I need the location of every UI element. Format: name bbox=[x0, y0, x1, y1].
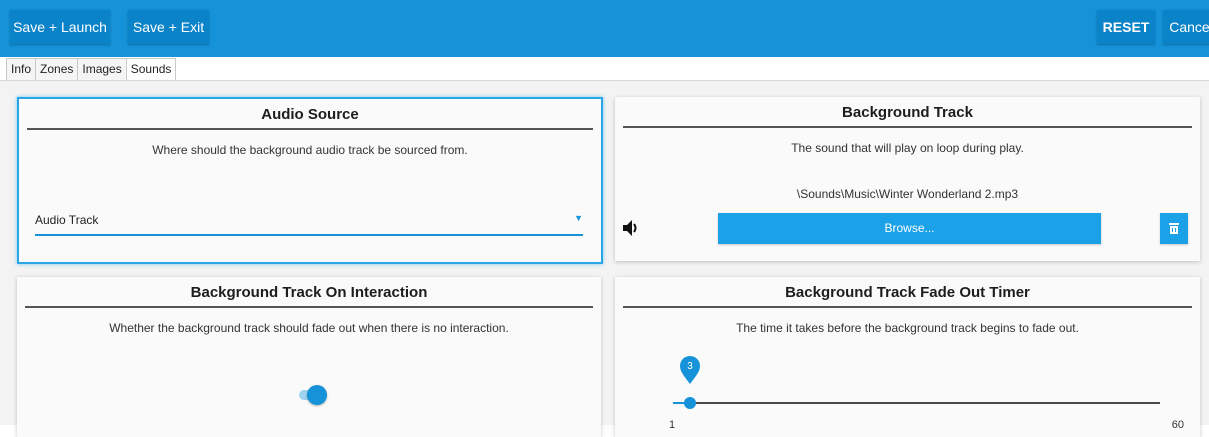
save-launch-button[interactable]: Save + Launch bbox=[10, 10, 110, 44]
audio-source-card: Audio Source Where should the background… bbox=[17, 97, 603, 264]
card-title: Background Track On Interaction bbox=[190, 284, 428, 301]
tab-info[interactable]: Info bbox=[6, 58, 36, 81]
tab-images[interactable]: Images bbox=[77, 58, 126, 81]
content-area: Audio Source Where should the background… bbox=[0, 81, 1209, 437]
slider-track[interactable] bbox=[673, 402, 1160, 404]
card-title: Audio Source bbox=[261, 106, 359, 123]
browse-button[interactable]: Browse... bbox=[718, 213, 1101, 244]
reset-button[interactable]: RESET bbox=[1097, 10, 1155, 44]
slider-thumb[interactable] bbox=[684, 397, 696, 409]
tab-bar: Info Zones Images Sounds bbox=[6, 58, 177, 81]
tab-zones[interactable]: Zones bbox=[35, 58, 78, 81]
file-path: \Sounds\Music\Winter Wonderland 2.mp3 bbox=[796, 187, 1019, 201]
slider-value-bubble[interactable]: 3 bbox=[679, 355, 701, 385]
fade-out-timer-card: Background Track Fade Out Timer The time… bbox=[615, 277, 1200, 437]
speaker-icon[interactable] bbox=[622, 218, 640, 238]
background-track-card: Background Track The sound that will pla… bbox=[615, 97, 1200, 261]
slider-value: 3 bbox=[687, 361, 693, 372]
card-description: Where should the background audio track … bbox=[152, 143, 468, 157]
tab-sounds[interactable]: Sounds bbox=[125, 58, 177, 81]
card-title: Background Track Fade Out Timer bbox=[785, 284, 1030, 301]
divider bbox=[623, 306, 1192, 308]
divider bbox=[27, 128, 593, 130]
card-description: Whether the background track should fade… bbox=[109, 321, 509, 335]
card-description: The sound that will play on loop during … bbox=[791, 141, 1024, 155]
divider bbox=[25, 306, 593, 308]
audio-source-select[interactable]: Audio Track ▼ bbox=[35, 204, 583, 236]
select-value: Audio Track bbox=[35, 213, 99, 227]
slider-min-label: 1 bbox=[669, 419, 676, 431]
toggle-thumb[interactable] bbox=[307, 385, 327, 405]
cancel-button[interactable]: Cancel bbox=[1163, 10, 1209, 44]
card-description: The time it takes before the background … bbox=[736, 321, 1079, 335]
slider-max-label: 60 bbox=[1171, 419, 1184, 431]
card-title: Background Track bbox=[842, 104, 973, 121]
save-exit-button[interactable]: Save + Exit bbox=[128, 10, 209, 44]
top-toolbar: Save + Launch Save + Exit RESET Cancel bbox=[0, 0, 1209, 57]
on-interaction-card: Background Track On Interaction Whether … bbox=[17, 277, 601, 437]
fade-toggle[interactable] bbox=[299, 385, 327, 405]
divider bbox=[623, 126, 1192, 128]
trash-icon bbox=[1169, 223, 1179, 234]
delete-button[interactable] bbox=[1160, 213, 1188, 244]
chevron-down-icon[interactable]: ▼ bbox=[574, 213, 583, 223]
fade-timer-slider[interactable]: 3 1 60 bbox=[669, 356, 1184, 432]
